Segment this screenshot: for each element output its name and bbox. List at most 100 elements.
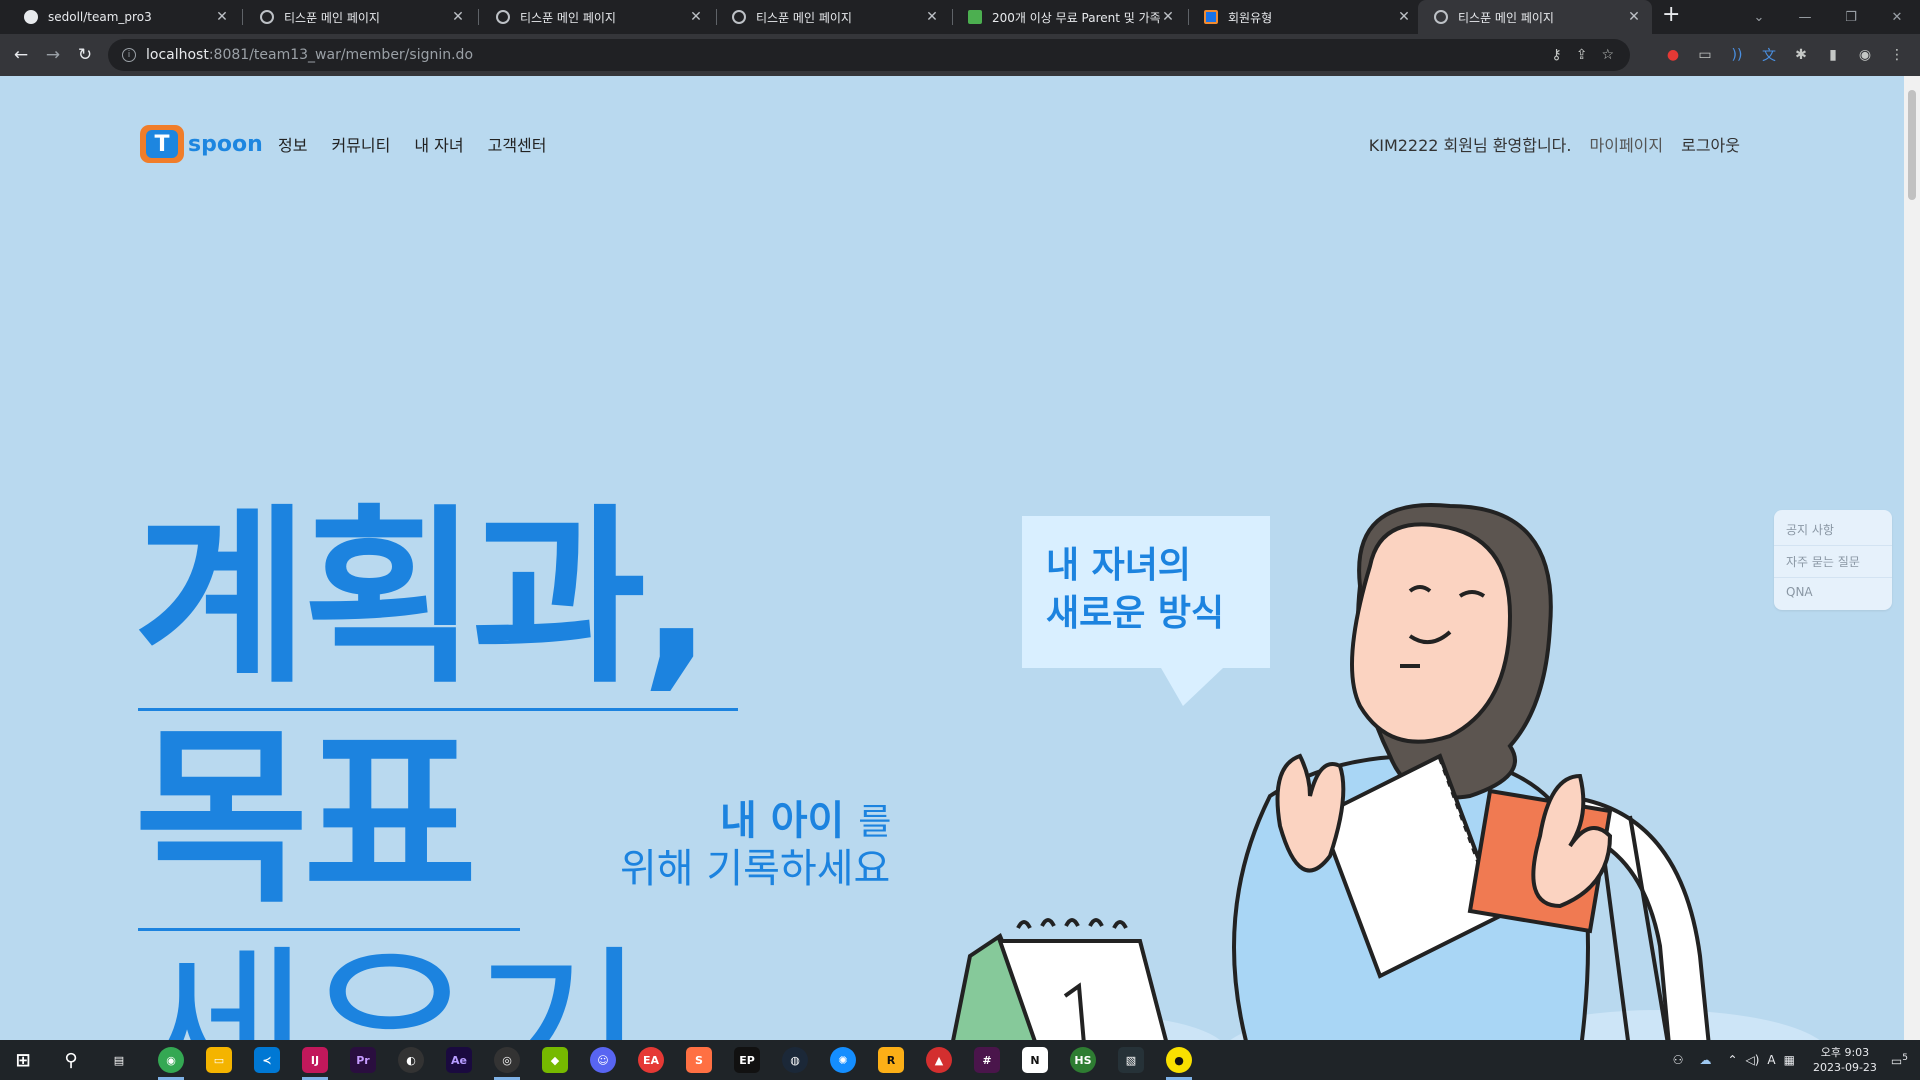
premiere-icon[interactable]: Pr: [350, 1047, 376, 1073]
notice-link[interactable]: 공지 사항: [1774, 514, 1892, 546]
notification-count: 5: [1902, 1052, 1908, 1063]
extension-media-icon[interactable]: ▭: [1692, 42, 1718, 68]
extensions-puzzle-icon[interactable]: ✱: [1788, 42, 1814, 68]
search-icon[interactable]: ⚲: [58, 1047, 84, 1073]
tab-title: 티스푼 메인 페이지: [1458, 10, 1554, 25]
calendar-illustration: [951, 918, 1168, 1040]
nav-my-children[interactable]: 내 자녀: [414, 132, 463, 156]
close-tab-icon[interactable]: ✕: [1160, 9, 1176, 25]
page-scrollbar[interactable]: [1904, 76, 1920, 1040]
tab-title: 티스푼 메인 페이지: [284, 10, 380, 25]
scrollbar-thumb[interactable]: [1908, 90, 1916, 200]
kakao-icon[interactable]: ●: [1166, 1047, 1192, 1073]
steam-icon[interactable]: ◍: [782, 1047, 808, 1073]
main-nav: 정보 커뮤니티 내 자녀 고객센터: [278, 132, 546, 156]
tray-chevron-icon[interactable]: ⌃: [1727, 1053, 1737, 1067]
forward-icon[interactable]: →: [40, 42, 66, 68]
tab-title: 200개 이상 무료 Parent 및 가족: [992, 10, 1160, 25]
task-view-icon[interactable]: ▤: [106, 1047, 132, 1073]
share-icon[interactable]: ⇪: [1576, 47, 1588, 63]
s-app-icon[interactable]: S: [686, 1047, 712, 1073]
translate-icon[interactable]: 文: [1756, 42, 1782, 68]
intellij-icon[interactable]: IJ: [302, 1047, 328, 1073]
back-icon[interactable]: ←: [8, 42, 34, 68]
discord-icon[interactable]: ☺: [590, 1047, 616, 1073]
close-tab-icon[interactable]: ✕: [450, 9, 466, 25]
tab-member-type[interactable]: 회원유형 ✕: [1188, 0, 1422, 34]
hero-line-2: 목표: [134, 708, 478, 929]
key-icon[interactable]: ⚷: [1551, 47, 1561, 63]
editor-icon[interactable]: ▧: [1118, 1047, 1144, 1073]
obs-icon[interactable]: ◎: [494, 1047, 520, 1073]
hero-line-1: 계획과,: [134, 488, 713, 709]
davinci-icon[interactable]: ◐: [398, 1047, 424, 1073]
url-path: :8081/team13_war/member/signin.do: [208, 47, 474, 63]
minimize-icon[interactable]: —: [1782, 0, 1828, 34]
tab-pixabay[interactable]: 200개 이상 무료 Parent 및 가족 ✕: [952, 0, 1186, 34]
people-icon[interactable]: ⚇: [1673, 1053, 1684, 1067]
side-panel-icon[interactable]: ▮: [1820, 42, 1846, 68]
faq-link[interactable]: 자주 묻는 질문: [1774, 546, 1892, 578]
vscode-icon[interactable]: ≺: [254, 1047, 280, 1073]
profile-avatar[interactable]: ◉: [1852, 42, 1878, 68]
globe-icon: [732, 10, 746, 24]
person-illustration: [1232, 503, 1613, 1040]
close-tab-icon[interactable]: ✕: [924, 9, 940, 25]
floating-help-menu: 공지 사항 자주 묻는 질문 QNA: [1774, 510, 1892, 610]
hs-app-icon[interactable]: HS: [1070, 1047, 1096, 1073]
tab-github[interactable]: sedoll/team_pro3 ✕: [8, 0, 240, 34]
extension-wave-icon[interactable]: )): [1724, 42, 1750, 68]
battlenet-icon[interactable]: ✺: [830, 1047, 856, 1073]
logo-word: spoon: [188, 131, 263, 157]
nav-community[interactable]: 커뮤니티: [331, 132, 390, 156]
nav-customer-center[interactable]: 고객센터: [488, 132, 547, 156]
restore-icon[interactable]: ❐: [1828, 0, 1874, 34]
logo-mark: T: [140, 125, 184, 163]
tab-search-icon[interactable]: ⌄: [1736, 0, 1782, 34]
volume-icon[interactable]: ◁): [1746, 1053, 1760, 1067]
menu-kebab-icon[interactable]: ⋮: [1884, 42, 1910, 68]
windows-start-icon[interactable]: ⊞: [10, 1047, 36, 1073]
weather-icon[interactable]: ☁: [1699, 1053, 1711, 1067]
slack-icon[interactable]: #: [974, 1047, 1000, 1073]
nvidia-icon[interactable]: ◆: [542, 1047, 568, 1073]
taskbar-clock[interactable]: 오후 9:03 2023-09-23: [1813, 1045, 1877, 1075]
tab-tspoon-active[interactable]: 티스푼 메인 페이지 ✕: [1418, 0, 1652, 34]
close-window-icon[interactable]: ✕: [1874, 0, 1920, 34]
bookmark-star-icon[interactable]: ☆: [1601, 47, 1614, 63]
mypage-link[interactable]: 마이페이지: [1590, 132, 1664, 156]
web-page: T spoon 정보 커뮤니티 내 자녀 고객센터 KIM2222 회원님 환영…: [0, 76, 1904, 1040]
logout-link[interactable]: 로그아웃: [1681, 132, 1740, 156]
qna-link[interactable]: QNA: [1774, 578, 1892, 606]
close-tab-icon[interactable]: ✕: [214, 9, 230, 25]
file-explorer-icon[interactable]: ▭: [206, 1047, 232, 1073]
site-info-icon[interactable]: i: [122, 48, 136, 62]
nav-info[interactable]: 정보: [278, 132, 307, 156]
system-tray: ⚇ ☁ ⌃ ◁) A ▦ 오후 9:03 2023-09-23 ▭5: [1673, 1040, 1920, 1080]
chrome-icon[interactable]: ◉: [158, 1047, 184, 1073]
reload-icon[interactable]: ↻: [72, 42, 98, 68]
globe-icon: [260, 10, 274, 24]
ea-icon[interactable]: EA: [638, 1047, 664, 1073]
after-effects-icon[interactable]: Ae: [446, 1047, 472, 1073]
keyboard-icon[interactable]: ▦: [1784, 1053, 1795, 1067]
epic-games-icon[interactable]: EP: [734, 1047, 760, 1073]
red-app-icon[interactable]: ▲: [926, 1047, 952, 1073]
rockstar-icon[interactable]: R: [878, 1047, 904, 1073]
ime-indicator[interactable]: A: [1767, 1053, 1775, 1067]
close-tab-icon[interactable]: ✕: [688, 9, 704, 25]
new-tab-button[interactable]: +: [1662, 2, 1680, 27]
windows-taskbar: ⊞ ⚲ ▤ ◉ ▭ ≺ IJ Pr ◐ Ae ◎ ◆ ☺ EA S EP ◍ ✺…: [0, 1040, 1920, 1080]
site-logo[interactable]: T spoon: [140, 125, 263, 163]
hero-line-3: 세우기: [134, 928, 646, 1041]
url-host: localhost: [146, 47, 209, 63]
notification-icon[interactable]: ▭5: [1891, 1053, 1908, 1068]
tab-tspoon-3[interactable]: 티스푼 메인 페이지 ✕: [716, 0, 950, 34]
tab-tspoon-1[interactable]: 티스푼 메인 페이지 ✕: [244, 0, 476, 34]
notion-icon[interactable]: N: [1022, 1047, 1048, 1073]
extension-red-icon[interactable]: ●: [1660, 42, 1686, 68]
address-bar[interactable]: i localhost:8081/team13_war/member/signi…: [108, 39, 1630, 71]
tab-tspoon-2[interactable]: 티스푼 메인 페이지 ✕: [480, 0, 714, 34]
close-tab-icon[interactable]: ✕: [1396, 9, 1412, 25]
close-tab-icon[interactable]: ✕: [1626, 9, 1642, 25]
